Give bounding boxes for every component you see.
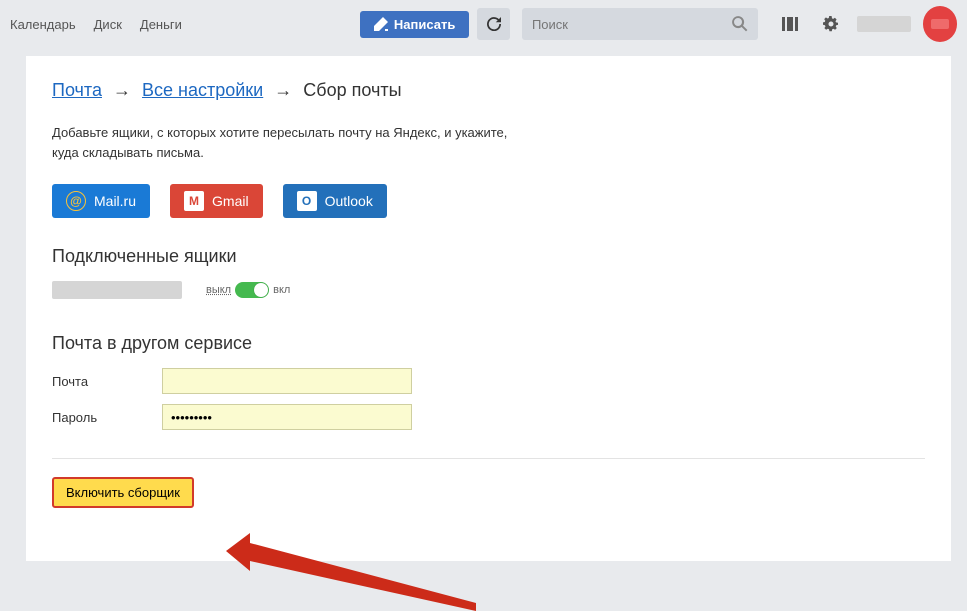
layout-button[interactable] bbox=[774, 8, 807, 40]
desc-line1: Добавьте ящики, с которых хотите пересыл… bbox=[52, 125, 507, 140]
toggle-knob bbox=[254, 283, 268, 297]
desc-line2: куда складывать письма. bbox=[52, 145, 204, 160]
connected-email-blurred bbox=[52, 281, 182, 299]
connected-row: выкл вкл bbox=[52, 281, 925, 299]
provider-outlook[interactable]: O Outlook bbox=[283, 184, 387, 218]
search-input[interactable] bbox=[532, 17, 732, 32]
provider-gmail[interactable]: M Gmail bbox=[170, 184, 263, 218]
breadcrumb-settings[interactable]: Все настройки bbox=[142, 80, 263, 100]
topbar: Календарь Диск Деньги Написать bbox=[0, 0, 967, 48]
toggle-on-label: вкл bbox=[273, 284, 290, 296]
provider-label: Mail.ru bbox=[94, 193, 136, 209]
nav-calendar[interactable]: Календарь bbox=[10, 17, 76, 32]
settings-button[interactable] bbox=[814, 8, 847, 40]
refresh-icon bbox=[487, 17, 501, 31]
email-row: Почта bbox=[52, 368, 925, 394]
gear-icon bbox=[823, 16, 839, 32]
provider-mailru[interactable]: @ Mail.ru bbox=[52, 184, 150, 218]
avatar-blurred bbox=[931, 19, 949, 29]
content-card: Почта → Все настройки → Сбор почты Добав… bbox=[26, 56, 951, 561]
nav-disk[interactable]: Диск bbox=[94, 17, 122, 32]
provider-label: Outlook bbox=[325, 193, 373, 209]
mailru-icon: @ bbox=[66, 191, 86, 211]
breadcrumb-current: Сбор почты bbox=[303, 80, 401, 100]
nav-money[interactable]: Деньги bbox=[140, 17, 182, 32]
outlook-icon: O bbox=[297, 191, 317, 211]
gmail-icon: M bbox=[184, 191, 204, 211]
email-input[interactable] bbox=[162, 368, 412, 394]
compose-label: Написать bbox=[394, 17, 455, 32]
other-service-heading: Почта в другом сервисе bbox=[52, 333, 925, 354]
provider-buttons: @ Mail.ru M Gmail O Outlook bbox=[52, 184, 925, 218]
divider bbox=[52, 458, 925, 459]
arrow-icon: → bbox=[274, 80, 292, 100]
compose-button[interactable]: Написать bbox=[360, 11, 469, 38]
enable-collector-button[interactable]: Включить сборщик bbox=[52, 477, 194, 508]
avatar[interactable] bbox=[923, 6, 958, 42]
refresh-button[interactable] bbox=[477, 8, 510, 40]
layout-icon bbox=[782, 17, 798, 31]
password-input[interactable] bbox=[162, 404, 412, 430]
compose-icon bbox=[374, 17, 388, 31]
arrow-icon: → bbox=[113, 80, 131, 100]
search-box[interactable] bbox=[522, 8, 758, 40]
provider-label: Gmail bbox=[212, 193, 249, 209]
annotation-arrow-icon bbox=[226, 531, 486, 611]
breadcrumb: Почта → Все настройки → Сбор почты bbox=[52, 80, 925, 101]
connected-heading: Подключенные ящики bbox=[52, 246, 925, 267]
breadcrumb-mail[interactable]: Почта bbox=[52, 80, 102, 100]
email-label: Почта bbox=[52, 374, 162, 389]
description: Добавьте ящики, с которых хотите пересыл… bbox=[52, 123, 925, 162]
password-row: Пароль bbox=[52, 404, 925, 430]
password-label: Пароль bbox=[52, 410, 162, 425]
toggle-off-label[interactable]: выкл bbox=[206, 284, 231, 296]
username-blurred bbox=[857, 16, 911, 32]
search-icon bbox=[732, 16, 748, 32]
toggle-switch[interactable] bbox=[235, 282, 269, 298]
